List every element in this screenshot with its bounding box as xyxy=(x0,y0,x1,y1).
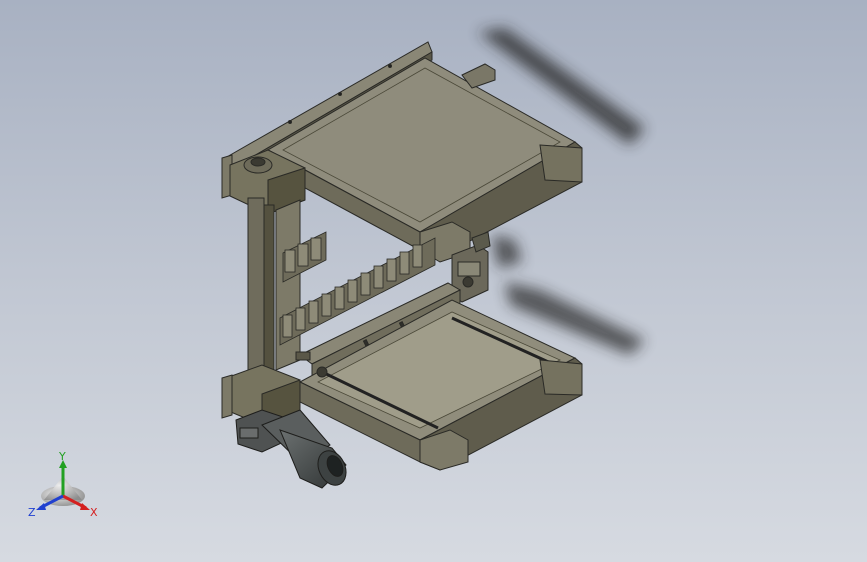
vertical-column[interactable] xyxy=(247,197,301,389)
axis-z-label: Z xyxy=(28,506,36,519)
axis-triad[interactable]: Y X Z xyxy=(28,450,98,519)
axis-x-label: X xyxy=(90,506,98,519)
cad-viewport[interactable]: Y X Z xyxy=(0,0,867,562)
model-canvas[interactable]: Y X Z xyxy=(0,0,867,562)
axis-y-label: Y xyxy=(58,450,66,463)
gear-motor[interactable] xyxy=(235,409,351,490)
